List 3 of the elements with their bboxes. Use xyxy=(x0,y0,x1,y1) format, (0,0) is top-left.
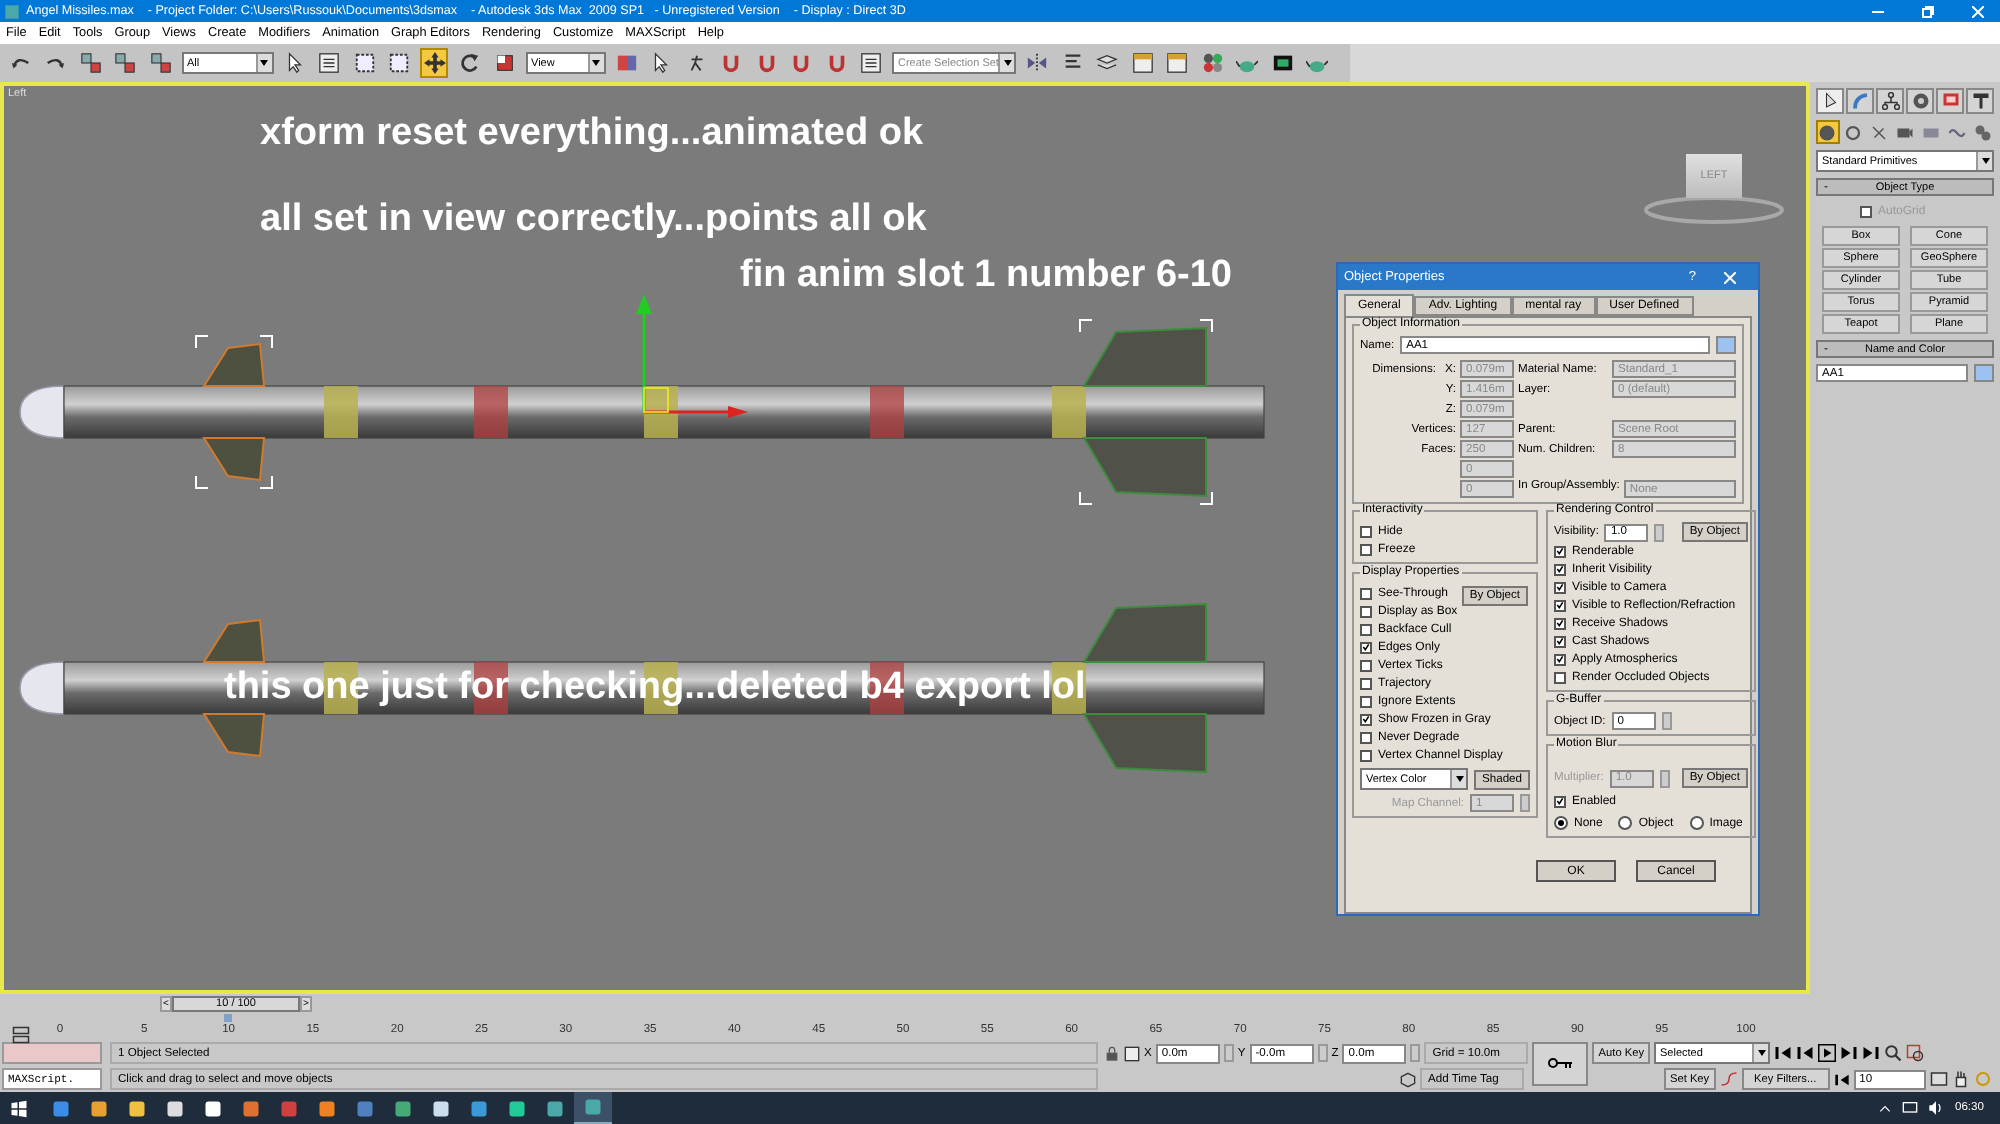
annotation-text: xform reset everything...animated ok xyxy=(260,112,924,156)
annotation-text: fin anim slot 1 number 6-10 xyxy=(740,254,1232,298)
annotation-text: all set in view correctly...points all ok xyxy=(260,198,927,242)
